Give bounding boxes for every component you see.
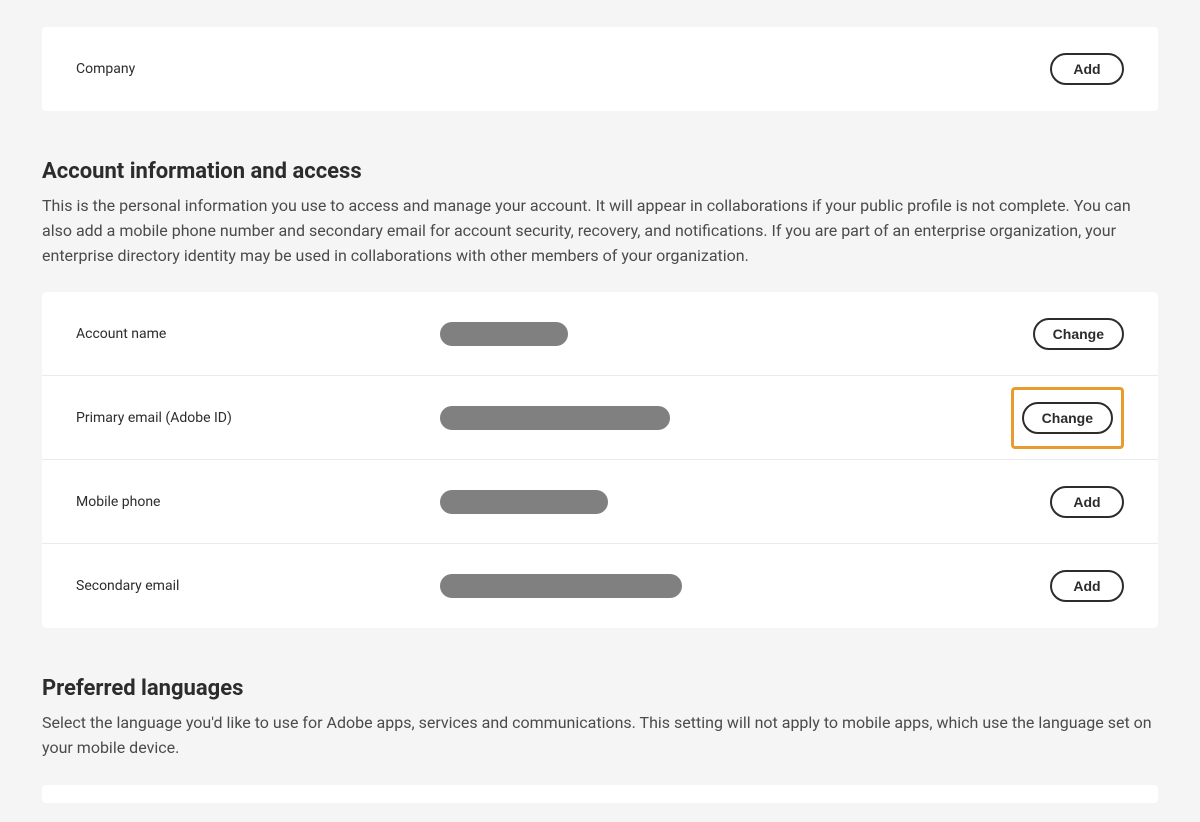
- account-section-description: This is the personal information you use…: [42, 194, 1158, 268]
- secondary-email-row: Secondary email Add: [42, 544, 1158, 628]
- primary-email-row: Primary email (Adobe ID) Change: [42, 376, 1158, 460]
- account-name-redacted: [440, 322, 568, 346]
- secondary-email-label: Secondary email: [76, 578, 440, 594]
- secondary-email-value: [440, 574, 1050, 598]
- secondary-email-add-button[interactable]: Add: [1050, 570, 1124, 602]
- primary-email-label: Primary email (Adobe ID): [76, 410, 440, 426]
- mobile-phone-add-button[interactable]: Add: [1050, 486, 1124, 518]
- mobile-phone-redacted: [440, 490, 608, 514]
- mobile-phone-row: Mobile phone Add: [42, 460, 1158, 544]
- languages-section-title: Preferred languages: [42, 676, 1158, 701]
- company-row: Company Add: [42, 27, 1158, 111]
- company-card: Company Add: [42, 27, 1158, 111]
- languages-section-description: Select the language you'd like to use fo…: [42, 711, 1158, 761]
- account-name-row: Account name Change: [42, 292, 1158, 376]
- company-label: Company: [76, 61, 440, 77]
- account-section-title: Account information and access: [42, 159, 1158, 184]
- secondary-email-redacted: [440, 574, 682, 598]
- mobile-phone-label: Mobile phone: [76, 494, 440, 510]
- account-name-value: [440, 322, 1033, 346]
- primary-email-change-button[interactable]: Change: [1022, 402, 1113, 434]
- company-add-button[interactable]: Add: [1050, 53, 1124, 85]
- account-name-label: Account name: [76, 326, 440, 342]
- primary-email-redacted: [440, 406, 670, 430]
- primary-email-value: [440, 406, 1011, 430]
- languages-card: [42, 785, 1158, 803]
- primary-email-highlight: Change: [1011, 387, 1124, 449]
- mobile-phone-value: [440, 490, 1050, 514]
- account-info-card: Account name Change Primary email (Adobe…: [42, 292, 1158, 628]
- account-name-change-button[interactable]: Change: [1033, 318, 1124, 350]
